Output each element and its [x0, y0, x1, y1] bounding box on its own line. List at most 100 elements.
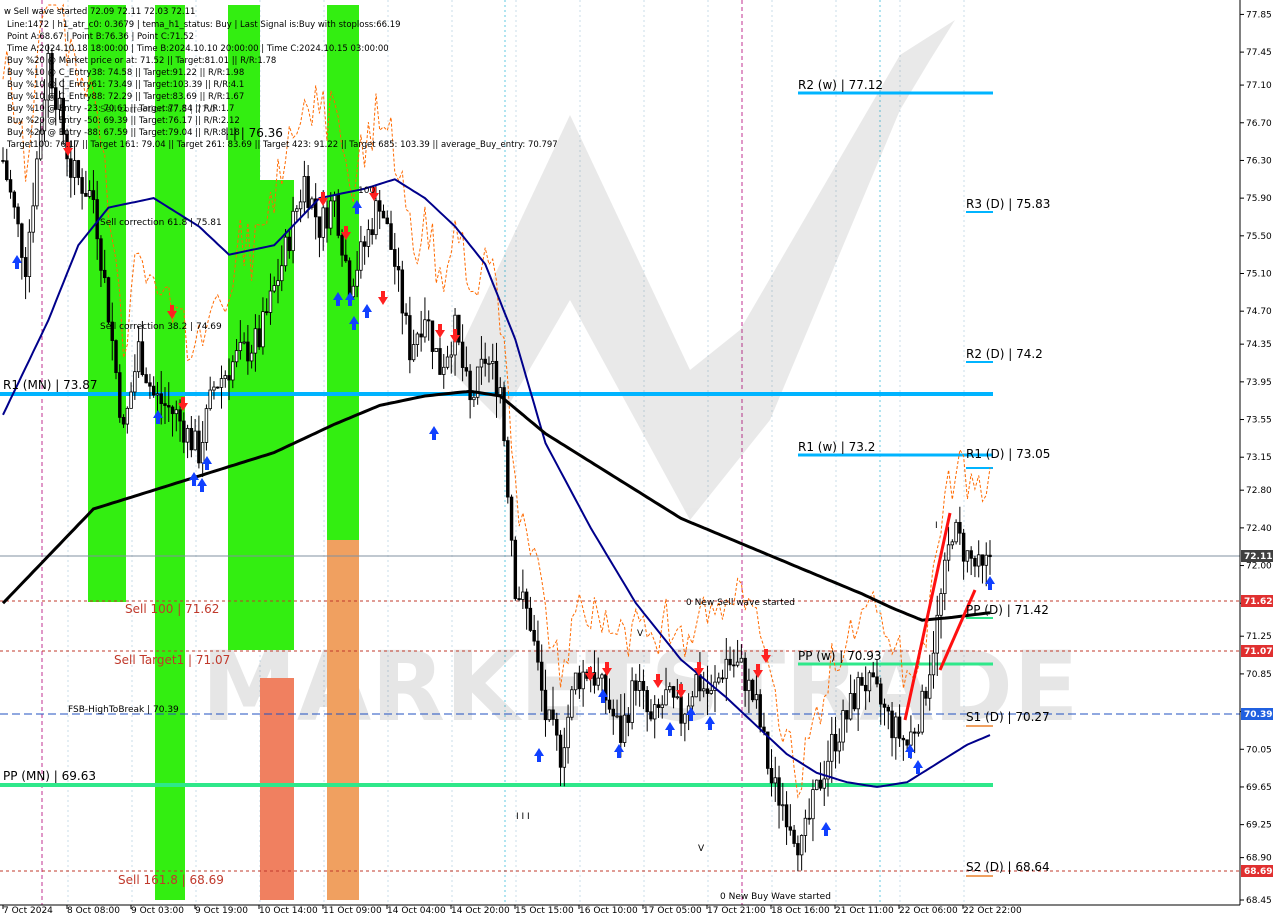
y-tick-label: 76.70 [1246, 119, 1272, 129]
candle-body [946, 544, 951, 561]
point-b-mark: 100 [358, 186, 375, 196]
candle-body [517, 598, 521, 600]
candle-body [818, 779, 823, 789]
wave-label-i: I [935, 521, 938, 531]
candle-body [705, 688, 710, 694]
y-tick-label: 77.85 [1246, 10, 1272, 20]
candle-body [920, 690, 924, 733]
candle-body [487, 362, 491, 365]
candle-body [295, 208, 299, 212]
x-tick-label: 7 Oct 2024 [3, 906, 53, 916]
candle-body [170, 406, 175, 415]
candle-body [558, 734, 563, 768]
candle-body [434, 348, 438, 352]
label-r1-w: R1 (w) | 73.2 [798, 440, 875, 454]
candle-body [336, 194, 340, 236]
tag-sell1618-text: 68.69 [1244, 867, 1272, 877]
candle-body [502, 387, 506, 442]
candle-body [125, 407, 130, 425]
candle-body [460, 341, 465, 368]
candle-body [167, 405, 171, 408]
candle-body [675, 696, 680, 699]
candle-body [415, 333, 420, 345]
candle-body [837, 741, 842, 752]
svg-text:w Sell wave started 72.09 72.1: w Sell wave started 72.09 72.11 72.03 72… [4, 7, 195, 17]
candle-body [381, 210, 386, 219]
candle-body [106, 277, 111, 323]
candle-body [408, 315, 412, 361]
candle-body [400, 269, 405, 314]
candle-body [272, 285, 276, 292]
candle-body [909, 731, 913, 746]
candle-body [35, 158, 39, 207]
y-tick-label: 74.35 [1246, 340, 1272, 350]
y-tick-label: 70.05 [1246, 745, 1272, 755]
x-tick-label: 11 Oct 09:00 [323, 906, 382, 916]
candle-body [822, 778, 826, 789]
candle-body [257, 328, 261, 348]
candle-body [140, 341, 145, 375]
candle-body [653, 704, 657, 720]
label-r2-d: R2 (D) | 74.2 [966, 347, 1043, 361]
candle-body [916, 731, 921, 734]
candle-body [377, 200, 382, 212]
x-tick-label: 16 Oct 10:00 [579, 906, 638, 916]
candle-body [389, 223, 393, 250]
label-pp-mn: PP (MN) | 69.63 [3, 769, 96, 783]
candle-body [513, 539, 518, 599]
label-r1-mn: R1 (MN) | 73.87 [3, 378, 98, 392]
y-tick-label: 76.30 [1246, 156, 1272, 166]
candle-body [871, 672, 875, 678]
candle-body [193, 430, 197, 451]
candle-body [216, 386, 220, 389]
candle-body [777, 777, 781, 806]
wave-label-iii: I I I [516, 812, 530, 822]
label-r2-w: R2 (w) | 77.12 [798, 78, 883, 92]
candle-body [897, 716, 902, 739]
chart-canvas[interactable]: MARKETSTRADE [0, 0, 1280, 920]
label-fsb: FSB-HighToBreak | 70.39 [68, 705, 179, 715]
label-r1-d: R1 (D) | 73.05 [966, 447, 1050, 461]
candle-body [619, 715, 623, 743]
candle-body [472, 396, 476, 401]
candle-body [185, 428, 190, 443]
x-tick-label: 21 Oct 11:00 [835, 906, 894, 916]
candle-body [799, 835, 804, 856]
candle-body [344, 254, 348, 262]
label-sell-correction-618: Sell correction 61.8 | 75.81 [100, 218, 222, 228]
candle-body [91, 190, 96, 200]
y-tick-label: 73.95 [1246, 378, 1272, 388]
candle-body [656, 704, 661, 708]
candle-body [637, 681, 642, 691]
candle-body [1, 160, 5, 162]
candle-body [634, 680, 638, 691]
candle-body [268, 290, 273, 313]
candle-body [231, 361, 235, 381]
candle-body [253, 328, 258, 354]
candle-body [509, 496, 514, 541]
candle-body [724, 658, 729, 679]
candle-body [84, 192, 88, 197]
candle-body [980, 554, 985, 566]
candle-body [543, 689, 548, 721]
candle-body [449, 354, 454, 358]
header-line-3: Time A:2024.10.18 18:00:00 | Time B:2024… [6, 44, 389, 54]
y-tick-label: 75.50 [1246, 232, 1272, 242]
candle-body [807, 817, 811, 820]
candle-body [607, 699, 612, 710]
header-title: w Sell wave started [4, 7, 87, 17]
candle-body [788, 826, 793, 831]
candle-body [660, 704, 664, 708]
candle-body [155, 393, 160, 396]
candle-body [961, 532, 966, 562]
candle-body [528, 607, 533, 631]
candle-body [973, 557, 977, 567]
candle-body [976, 554, 981, 567]
candle-body [23, 257, 28, 277]
candle-body [931, 652, 936, 676]
candle-body [784, 804, 789, 828]
candle-body [735, 661, 740, 666]
candle-body [72, 160, 77, 178]
candle-body [690, 696, 695, 707]
x-tick-label: 15 Oct 15:00 [515, 906, 574, 916]
